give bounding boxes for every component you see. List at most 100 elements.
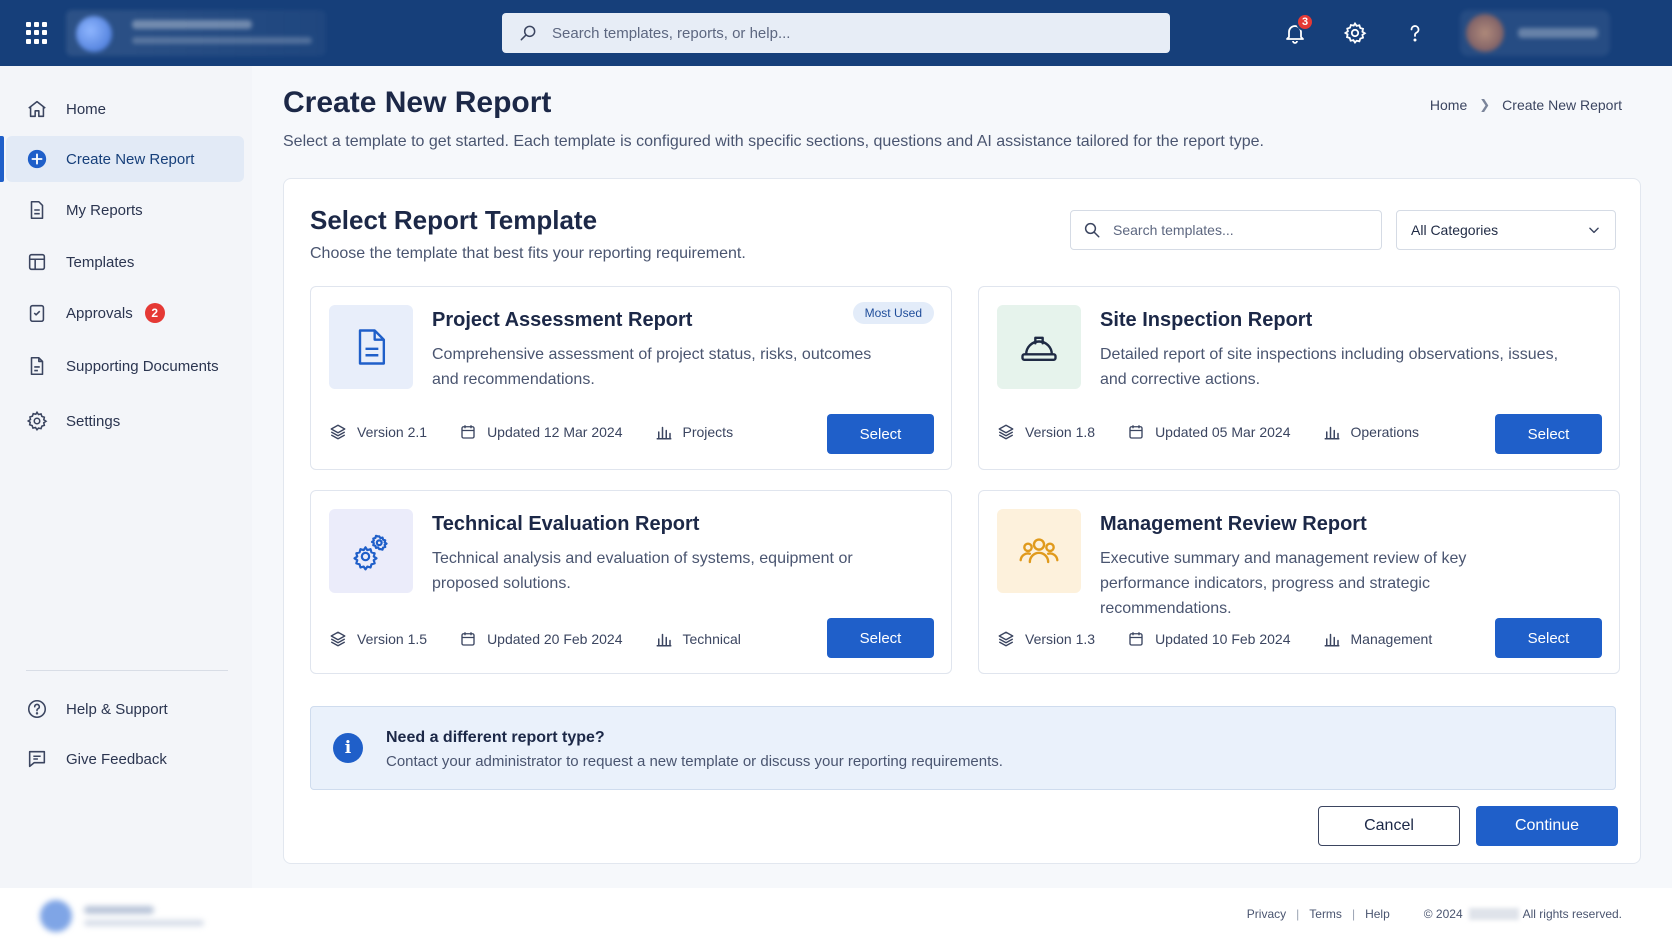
gear-icon <box>1343 21 1367 44</box>
select-button-project-assessment[interactable]: Select <box>827 414 934 454</box>
chevron-down-icon <box>1589 227 1599 234</box>
template-icon-box <box>329 509 413 593</box>
sidebar-item-label: Help & Support <box>66 700 168 718</box>
bar-chart-icon <box>1324 426 1339 440</box>
template-description: Comprehensive assessment of project stat… <box>432 346 872 388</box>
sidebar-item-settings[interactable]: Settings <box>6 398 244 444</box>
template-version: Version 1.3 <box>1025 631 1096 647</box>
chevron-right-icon: ❯ <box>1479 97 1491 112</box>
template-card-project-assessment[interactable]: Project Assessment Report Most Used Comp… <box>310 286 952 470</box>
question-circle-icon <box>27 699 47 719</box>
sidebar-item-my-reports[interactable]: My Reports <box>6 187 244 233</box>
template-card-technical-evaluation[interactable]: Technical Evaluation Report Technical an… <box>310 490 952 674</box>
sidebar-item-help-support[interactable]: Help & Support <box>6 686 244 732</box>
search-icon <box>520 25 536 41</box>
file-icon <box>30 356 44 376</box>
layers-icon <box>330 631 346 647</box>
bar-chart-icon <box>1324 633 1340 647</box>
sidebar: Home Create New Report My Reports Templa… <box>0 66 252 888</box>
footer-links: Privacy | Terms | Help © 2024 All rights… <box>1246 907 1622 921</box>
info-text: Contact your administrator to request a … <box>386 753 1003 770</box>
layers-icon <box>998 631 1014 647</box>
sidebar-item-label: Settings <box>66 412 121 430</box>
global-search-input[interactable] <box>552 24 1152 42</box>
page-subtitle: Select a template to get started. Each t… <box>283 133 1264 150</box>
sidebar-item-label: My Reports <box>66 201 143 219</box>
sidebar-item-label: Templates <box>66 253 135 271</box>
footer-link-terms[interactable]: Terms <box>1309 907 1342 921</box>
template-meta: Version 1.3 Updated 10 Feb 2024 Manageme… <box>997 630 1464 648</box>
check-document-icon <box>29 304 45 323</box>
template-search-input[interactable] <box>1113 222 1363 238</box>
breadcrumb: Home ❯ Create New Report <box>1430 97 1622 113</box>
plus-circle-icon <box>27 149 47 169</box>
template-updated: Updated 05 Mar 2024 <box>1155 424 1291 440</box>
sidebar-item-home[interactable]: Home <box>6 86 244 132</box>
footer-company-name <box>1468 908 1519 920</box>
sidebar-item-label: Give Feedback <box>66 750 167 768</box>
continue-button[interactable]: Continue <box>1476 806 1618 846</box>
template-panel: Select Report Template Choose the templa… <box>283 178 1641 864</box>
help-button[interactable] <box>1400 18 1430 48</box>
template-description: Executive summary and management review … <box>1100 550 1467 617</box>
question-icon <box>1410 25 1420 42</box>
template-description: Detailed report of site inspections incl… <box>1100 346 1559 388</box>
layers-icon <box>330 424 346 440</box>
template-title: Technical Evaluation Report <box>432 513 700 535</box>
breadcrumb-current: Create New Report <box>1502 97 1622 113</box>
template-card-site-inspection[interactable]: Site Inspection Report Detailed report o… <box>978 286 1620 470</box>
template-meta: Version 2.1 Updated 12 Mar 2024 Projects <box>329 423 765 441</box>
document-icon <box>30 200 44 220</box>
app-grid-icon[interactable] <box>26 22 48 44</box>
calendar-icon <box>461 632 475 646</box>
template-version: Version 2.1 <box>357 424 428 440</box>
template-description: Technical analysis and evaluation of sys… <box>432 550 853 592</box>
notification-badge: 3 <box>1296 13 1314 31</box>
document-icon <box>358 329 386 365</box>
home-icon <box>28 100 46 118</box>
template-icon-box <box>329 305 413 389</box>
sidebar-item-label: Approvals <box>66 304 133 322</box>
sidebar-divider <box>26 670 228 671</box>
template-category: Projects <box>682 424 734 440</box>
template-updated: Updated 20 Feb 2024 <box>487 631 623 647</box>
template-search[interactable] <box>1070 210 1382 250</box>
top-bar: 3 <box>0 0 1672 66</box>
sidebar-item-give-feedback[interactable]: Give Feedback <box>6 736 244 782</box>
template-card-management-review[interactable]: Management Review Report Executive summa… <box>978 490 1620 674</box>
category-select[interactable]: All Categories <box>1396 210 1616 250</box>
sidebar-item-label: Create New Report <box>66 150 195 168</box>
sidebar-item-create-new-report[interactable]: Create New Report <box>0 136 244 182</box>
feedback-icon <box>28 750 46 768</box>
template-category: Operations <box>1350 424 1419 440</box>
panel-subtitle: Choose the template that best fits your … <box>310 245 746 262</box>
bar-chart-icon <box>656 633 672 647</box>
category-select-value: All Categories <box>1411 222 1499 238</box>
footer: Privacy | Terms | Help © 2024 All rights… <box>0 888 1672 941</box>
template-meta: Version 1.5 Updated 20 Feb 2024 Technica… <box>329 630 773 648</box>
user-menu[interactable] <box>1460 10 1610 56</box>
bar-chart-icon <box>656 426 671 440</box>
info-icon: i <box>333 733 363 763</box>
gear-icon <box>26 410 48 431</box>
breadcrumb-home[interactable]: Home <box>1430 97 1467 113</box>
footer-link-privacy[interactable]: Privacy <box>1247 907 1286 921</box>
sidebar-item-approvals[interactable]: Approvals 2 <box>6 290 244 336</box>
avatar <box>1466 14 1504 52</box>
select-button-site-inspection[interactable]: Select <box>1495 414 1602 454</box>
settings-button[interactable] <box>1340 18 1370 48</box>
global-search[interactable] <box>502 13 1170 53</box>
footer-copyright: © 2024 <box>1423 907 1463 921</box>
sidebar-item-supporting-documents[interactable]: Supporting Documents <box>6 343 244 389</box>
footer-link-help[interactable]: Help <box>1365 907 1390 921</box>
template-version: Version 1.8 <box>1025 424 1096 440</box>
sidebar-item-templates[interactable]: Templates <box>6 239 244 285</box>
select-button-management-review[interactable]: Select <box>1495 618 1602 658</box>
page-title: Create New Report <box>283 86 552 119</box>
hard-hat-icon <box>1021 336 1057 362</box>
select-button-technical-evaluation[interactable]: Select <box>827 618 934 658</box>
users-icon <box>1019 538 1059 564</box>
template-category: Management <box>1350 631 1433 647</box>
brand-logo[interactable] <box>66 10 326 56</box>
cancel-button[interactable]: Cancel <box>1318 806 1460 846</box>
